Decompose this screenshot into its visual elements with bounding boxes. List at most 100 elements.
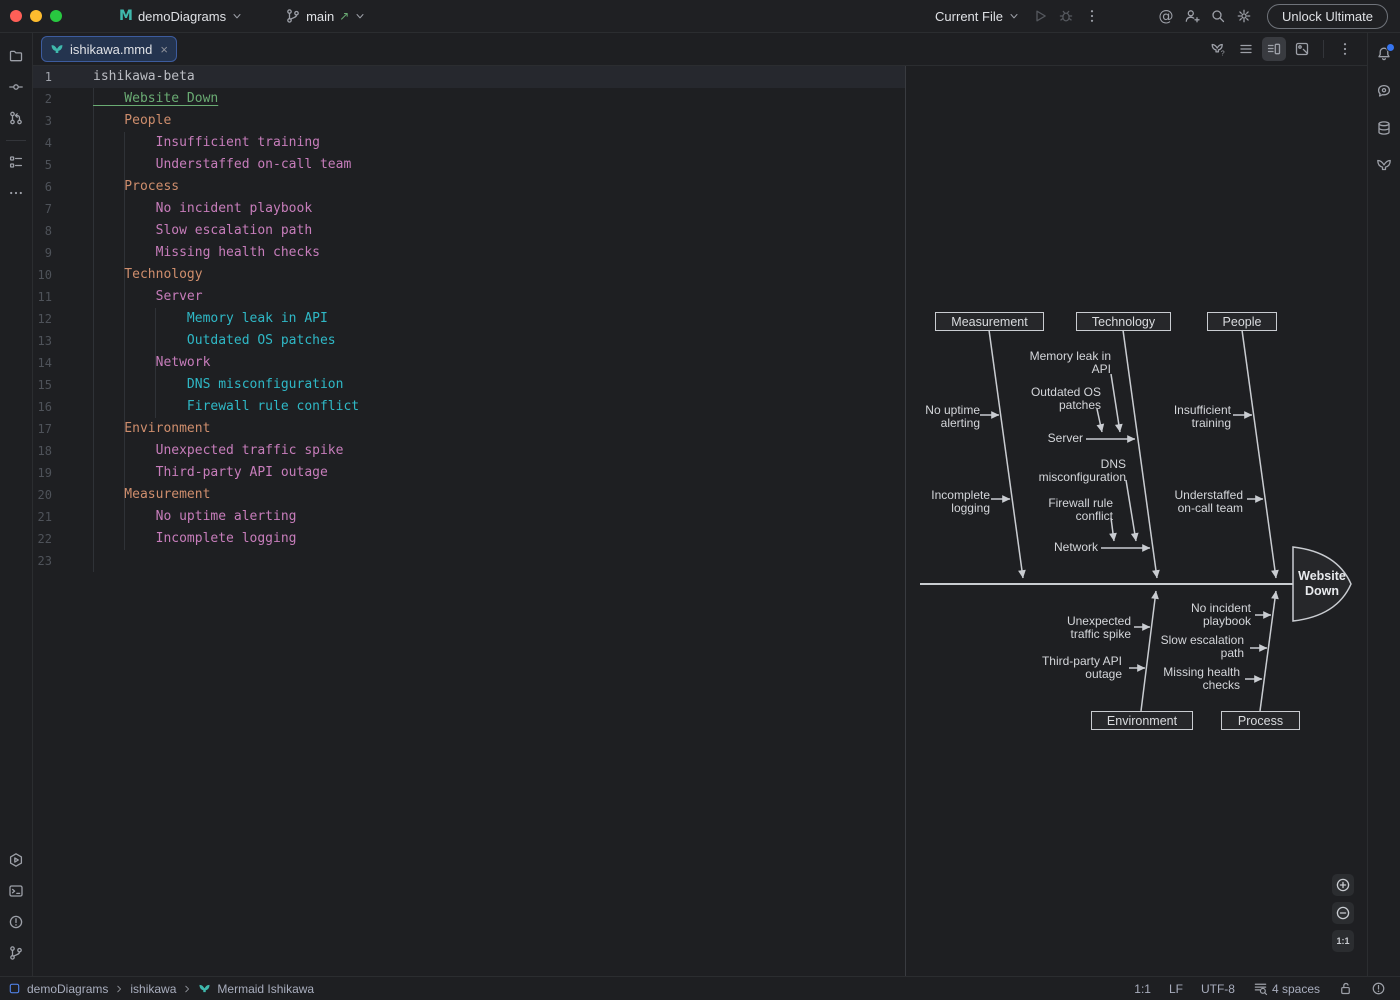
ellipsis-icon [8, 185, 24, 201]
structure-tool-button[interactable] [3, 149, 29, 175]
search-everywhere-button[interactable] [1205, 3, 1231, 29]
line-number[interactable]: 7 [33, 198, 52, 220]
pull-requests-tool-button[interactable] [3, 105, 29, 131]
code-text: Technology [93, 264, 203, 286]
code-text: Network [93, 352, 210, 374]
line-number[interactable]: 4 [33, 132, 52, 154]
pull-request-icon [8, 110, 24, 126]
chevron-down-icon [354, 10, 366, 22]
tab-ishikawa-mmd[interactable]: ishikawa.mmd × [41, 36, 177, 62]
code-text: No incident playbook [93, 198, 312, 220]
branch-widget[interactable]: main ↗ [278, 5, 373, 27]
right-tool-stripe [1367, 33, 1400, 976]
svg-text:?: ? [1221, 51, 1225, 58]
ai-assistant-tool-button[interactable] [1371, 78, 1397, 104]
minimize-window-button[interactable] [30, 10, 42, 22]
project-widget[interactable]: M demoDiagrams [112, 5, 250, 27]
line-number[interactable]: 19 [33, 462, 52, 484]
line-number[interactable]: 5 [33, 154, 52, 176]
run-configuration-selector[interactable]: Current File [928, 6, 1027, 27]
toolbar-divider [1323, 40, 1324, 58]
version-control-tool-button[interactable] [3, 940, 29, 966]
breadcrumb-element[interactable]: Mermaid Ishikawa [217, 982, 314, 996]
line-number[interactable]: 2 [33, 88, 52, 110]
line-number[interactable]: 8 [33, 220, 52, 242]
terminal-icon [8, 883, 24, 899]
line-number[interactable]: 14 [33, 352, 52, 374]
line-number[interactable]: 9 [33, 242, 52, 264]
ai-chat-icon [1376, 83, 1392, 99]
bug-icon [1058, 8, 1074, 24]
notifications-button[interactable] [1371, 41, 1397, 67]
ai-assistant-button[interactable]: @ [1153, 3, 1179, 29]
line-number[interactable]: 11 [33, 286, 52, 308]
line-number[interactable]: 20 [33, 484, 52, 506]
line-number[interactable]: 13 [33, 330, 52, 352]
line-number[interactable]: 15 [33, 374, 52, 396]
line-number[interactable]: 18 [33, 440, 52, 462]
exclamation-circle-icon [1371, 981, 1386, 996]
debug-button[interactable] [1053, 3, 1079, 29]
breadcrumb-project[interactable]: demoDiagrams [27, 982, 108, 996]
cause-label-memory-leak: Memory leak in API [1030, 350, 1111, 377]
indent-lines-icon [1253, 981, 1268, 996]
commit-tool-button[interactable] [3, 74, 29, 100]
settings-button[interactable] [1231, 3, 1257, 29]
project-tool-button[interactable] [3, 43, 29, 69]
notification-badge [1386, 43, 1395, 52]
more-tool-windows-button[interactable] [3, 180, 29, 206]
close-window-button[interactable] [10, 10, 22, 22]
folder-icon [8, 48, 24, 64]
lock-open-icon [1338, 981, 1353, 996]
show-editor-only-button[interactable] [1234, 37, 1258, 61]
split-view-icon [1266, 41, 1282, 57]
image-icon [1294, 41, 1310, 57]
unlock-ultimate-button[interactable]: Unlock Ultimate [1267, 4, 1388, 29]
project-module-icon [8, 982, 21, 995]
line-number[interactable]: 1 [33, 66, 52, 88]
line-number[interactable]: 12 [33, 308, 52, 330]
run-button[interactable] [1027, 3, 1053, 29]
code-text: Environment [93, 418, 210, 440]
line-number[interactable]: 16 [33, 396, 52, 418]
show-editor-and-preview-button[interactable] [1262, 37, 1286, 61]
zoom-reset-button[interactable]: 1:1 [1332, 930, 1354, 952]
line-number[interactable]: 10 [33, 264, 52, 286]
code-editor[interactable]: 1 ishikawa-beta 2 Website Down 3 People … [33, 66, 905, 976]
line-number[interactable]: 22 [33, 528, 52, 550]
encoding-widget[interactable]: UTF-8 [1201, 982, 1235, 996]
tab-filename: ishikawa.mmd [70, 42, 152, 57]
mermaid-options-button[interactable]: ? [1206, 37, 1230, 61]
mermaid-tool-button[interactable] [1371, 152, 1397, 178]
line-ending-widget[interactable]: LF [1169, 982, 1183, 996]
more-actions-button[interactable] [1079, 3, 1105, 29]
caret-position-widget[interactable]: 1:1 [1134, 982, 1151, 996]
line-number[interactable]: 17 [33, 418, 52, 440]
zoom-out-button[interactable] [1332, 902, 1354, 924]
indent-widget[interactable]: 4 spaces [1253, 981, 1320, 996]
maximize-window-button[interactable] [50, 10, 62, 22]
close-tab-icon[interactable]: × [160, 42, 168, 57]
problems-tool-button[interactable] [3, 909, 29, 935]
editor-options-button[interactable] [1333, 37, 1357, 61]
commit-icon [8, 79, 24, 95]
terminal-tool-button[interactable] [3, 878, 29, 904]
zoom-in-button[interactable] [1332, 874, 1354, 896]
mermaid-file-icon [50, 42, 64, 56]
services-hexagon-play-icon [8, 852, 24, 868]
breadcrumb-file[interactable]: ishikawa [130, 982, 176, 996]
code-with-me-button[interactable] [1179, 3, 1205, 29]
line-number[interactable]: 6 [33, 176, 52, 198]
editor-tab-bar: ishikawa.mmd × ? [33, 33, 1367, 66]
line-number[interactable]: 3 [33, 110, 52, 132]
code-text: Missing health checks [93, 242, 320, 264]
inspections-widget[interactable] [1371, 981, 1386, 996]
show-preview-only-button[interactable] [1290, 37, 1314, 61]
readonly-toggle[interactable] [1338, 981, 1353, 996]
cause-label-dns-misconfiguration: DNS misconfiguration [1039, 458, 1126, 485]
cause-label-no-uptime-alerting: No uptime alerting [925, 404, 980, 431]
services-tool-button[interactable] [3, 847, 29, 873]
line-number[interactable]: 21 [33, 506, 52, 528]
line-number[interactable]: 23 [33, 550, 52, 572]
database-tool-button[interactable] [1371, 115, 1397, 141]
